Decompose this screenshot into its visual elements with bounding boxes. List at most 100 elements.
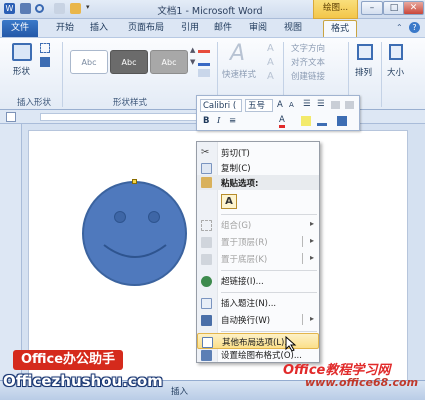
vertical-ruler[interactable]	[0, 124, 22, 388]
increase-indent-icon[interactable]: ☰	[317, 99, 325, 109]
submenu-arrow-icon: ▸	[309, 253, 314, 262]
smiley-mouth	[103, 244, 167, 258]
office68-url-watermark: www.office68.com	[305, 376, 419, 389]
mouse-cursor-icon	[285, 336, 297, 352]
tab-review[interactable]: 审阅	[243, 20, 273, 37]
officezhushou-url-watermark: Officezhushou.com	[3, 372, 163, 390]
save-icon[interactable]	[20, 3, 31, 14]
group-icon	[201, 220, 212, 231]
menu-item-cut[interactable]: ✂ 剪切(T)	[197, 145, 319, 161]
shape-style-icon[interactable]	[337, 116, 347, 126]
menu-item-send-to-back[interactable]: 置于底层(K) ▸	[197, 251, 319, 267]
tab-page-layout[interactable]: 页面布局	[120, 20, 172, 37]
grow-font-icon[interactable]: A	[277, 100, 283, 110]
mini-toolbar: Calibri ( 五号 A A ☰ ☰ B I ≡ A	[196, 95, 360, 131]
context-menu: ✂ 剪切(T) 复制(C) 粘贴选项: A 组合(G) ▸ 置于顶层(R) ▸ …	[196, 141, 320, 363]
help-icon[interactable]: ?	[409, 22, 420, 33]
shapes-button[interactable]: 形状	[13, 65, 30, 77]
menu-item-insert-caption[interactable]: 插入题注(N)...	[197, 295, 319, 311]
shape-adjust-handle[interactable]	[132, 179, 137, 184]
size-icon[interactable]	[389, 44, 403, 60]
tab-file[interactable]: 文件	[2, 20, 38, 37]
shapes-gallery-icon[interactable]	[12, 43, 32, 61]
submenu-arrow-icon: ▸	[309, 219, 314, 228]
collapse-ribbon-icon[interactable]: ⌃	[396, 23, 403, 32]
insert-shapes-group-label: 插入形状	[16, 98, 51, 108]
arrange-button[interactable]: 排列	[355, 66, 372, 78]
smiley-right-eye	[148, 211, 160, 223]
tab-view[interactable]: 视图	[278, 20, 308, 37]
shape-style-2[interactable]: Abc	[110, 50, 148, 74]
shape-fill-icon[interactable]	[198, 43, 210, 53]
format-painter-icon[interactable]	[317, 116, 327, 126]
edit-shape-icon[interactable]	[40, 43, 50, 53]
shape-styles-scroll-down[interactable]: ▼	[190, 58, 195, 66]
create-link-button[interactable]: 创建链接	[291, 70, 325, 82]
caption-icon	[201, 298, 212, 309]
font-name-box[interactable]: Calibri (	[200, 99, 242, 112]
shape-style-1[interactable]: Abc	[70, 50, 108, 74]
redo-icon[interactable]	[54, 3, 65, 14]
send-backward-icon[interactable]	[345, 101, 354, 109]
undo-icon[interactable]	[35, 4, 44, 13]
submenu-arrow-icon: ▸	[309, 314, 314, 323]
quick-styles-button[interactable]: 快速样式	[222, 68, 256, 80]
smiley-face-shape[interactable]	[82, 179, 187, 286]
shape-styles-group-label: 形状样式	[112, 98, 147, 108]
italic-button[interactable]: I	[217, 116, 220, 126]
tab-selector-icon[interactable]	[6, 112, 16, 122]
tab-mailings[interactable]: 邮件	[208, 20, 238, 37]
bring-front-icon	[201, 237, 212, 248]
insert-mode-indicator[interactable]: 插入	[171, 385, 188, 397]
tab-format[interactable]: 格式	[323, 20, 357, 37]
send-back-icon	[201, 254, 212, 265]
maximize-button[interactable]: □	[383, 1, 405, 15]
title-bar: W ▾ 文档1 - Microsoft Word 绘图... – □ ✕	[0, 0, 425, 19]
clipboard-icon	[201, 177, 212, 188]
shape-outline-icon[interactable]	[198, 56, 210, 66]
shape-effects-icon[interactable]	[198, 69, 210, 77]
customize-quick-access-icon[interactable]: ▾	[86, 3, 93, 14]
decrease-indent-icon[interactable]: ☰	[303, 99, 311, 109]
wordart-a-icon[interactable]: A	[230, 41, 245, 66]
text-fill-icon[interactable]: A	[267, 43, 274, 54]
hyperlink-icon	[201, 276, 212, 287]
align-text-button[interactable]: 对齐文本	[291, 56, 325, 68]
menu-item-group[interactable]: 组合(G) ▸	[197, 217, 319, 233]
text-box-icon[interactable]	[40, 57, 50, 67]
font-color-icon[interactable]: A	[279, 115, 285, 128]
shrink-font-icon[interactable]: A	[289, 101, 294, 109]
size-button[interactable]: 大小	[387, 66, 404, 78]
text-outline-icon[interactable]: A	[267, 57, 274, 68]
close-button[interactable]: ✕	[403, 1, 424, 15]
tab-home[interactable]: 开始	[50, 20, 80, 37]
text-effects-icon[interactable]: A	[267, 71, 274, 82]
scissors-icon: ✂	[201, 147, 210, 158]
paste-options-header: 粘贴选项:	[197, 175, 319, 190]
menu-item-bring-to-front[interactable]: 置于顶层(R) ▸	[197, 234, 319, 250]
minimize-button[interactable]: –	[361, 1, 383, 15]
tab-insert[interactable]: 插入	[84, 20, 114, 37]
open-folder-icon[interactable]	[70, 3, 81, 14]
arrange-icon[interactable]	[357, 44, 373, 60]
office-assistant-badge: Office办公助手	[13, 350, 123, 370]
tab-references[interactable]: 引用	[176, 20, 204, 37]
shape-style-3[interactable]: Abc	[150, 50, 188, 74]
font-size-box[interactable]: 五号	[245, 99, 273, 112]
center-align-icon[interactable]: ≡	[229, 116, 236, 126]
format-shape-icon	[201, 350, 212, 361]
wrap-text-icon	[201, 315, 212, 326]
text-direction-button[interactable]: 文字方向	[291, 42, 325, 54]
ribbon-tabs: 文件 开始 插入 页面布局 引用 邮件 审阅 视图 格式 ⌃ ?	[0, 19, 425, 37]
word-app-icon[interactable]: W	[4, 3, 15, 14]
bold-button[interactable]: B	[203, 116, 209, 126]
highlight-icon[interactable]	[301, 116, 311, 126]
menu-item-copy[interactable]: 复制(C)	[197, 160, 319, 176]
menu-item-hyperlink[interactable]: 超链接(I)...	[197, 273, 319, 289]
shape-styles-scroll-up[interactable]: ▲	[190, 46, 195, 54]
paste-keep-text-button[interactable]: A	[221, 194, 237, 209]
drawing-tools-context-label: 绘图...	[313, 0, 358, 19]
bring-forward-icon[interactable]	[331, 101, 340, 109]
menu-item-wrap-text[interactable]: 自动换行(W) ▸	[197, 312, 319, 328]
copy-icon	[201, 163, 212, 174]
